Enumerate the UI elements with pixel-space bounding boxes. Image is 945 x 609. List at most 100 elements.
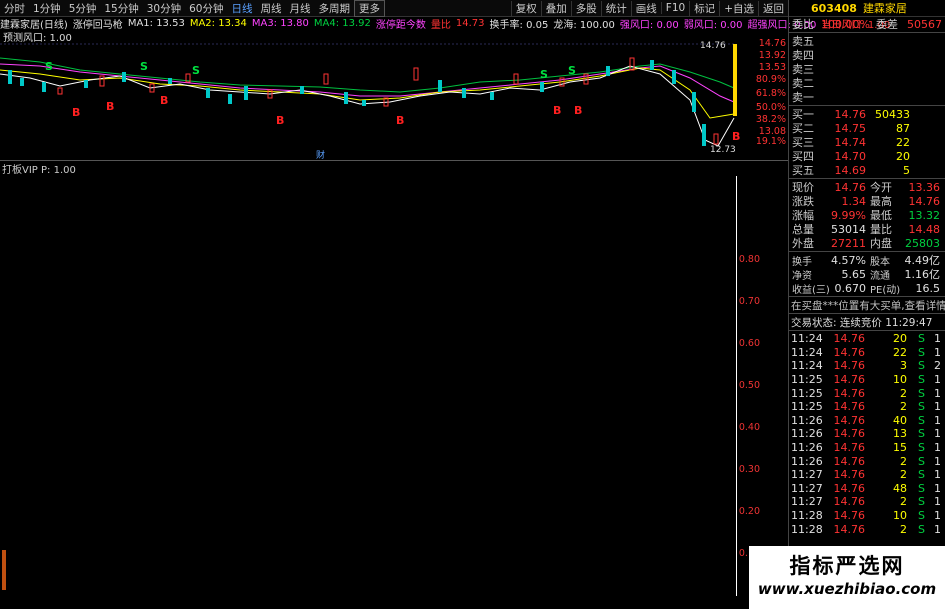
axis-tick: 0.80	[738, 254, 760, 265]
axis-tick: 0.40	[738, 422, 760, 433]
stat-value: 13.32	[908, 208, 941, 222]
buy-label: 买五	[792, 164, 814, 177]
stat-value: 16.5	[915, 281, 941, 295]
tongji-button[interactable]: 统计	[600, 0, 631, 16]
tick-side: S	[918, 359, 925, 373]
tick-volume: 2	[900, 468, 907, 482]
back-button[interactable]: 返回	[758, 0, 788, 16]
notice-line[interactable]: 在买盘***位置有大买单,查看详情	[789, 298, 945, 312]
stat-row: 净资 5.65 流通 1.16亿	[789, 267, 945, 282]
stat-label: 内盘	[870, 237, 892, 250]
tab-daily[interactable]: 日线	[228, 1, 257, 16]
buy-price: 14.70	[834, 149, 867, 163]
stat-row: 涨跌 1.34 最高 14.76	[789, 194, 945, 209]
buy-row[interactable]: 买四 14.70 20	[789, 149, 945, 164]
kline-chart[interactable]: S S S S S B B B B B B B B 14.76 12.73 财	[0, 30, 788, 160]
tick-side: S	[918, 495, 925, 509]
tab-weekly[interactable]: 周线	[257, 1, 286, 16]
stock-name: 建霖家居	[862, 2, 907, 15]
low-label: 12.73	[710, 145, 736, 155]
sell-row[interactable]: 卖一	[789, 90, 945, 104]
tick-time: 11:27	[791, 481, 823, 495]
stat-label: 流通	[870, 270, 890, 282]
tab-30min[interactable]: 30分钟	[143, 1, 185, 16]
tick-time: 11:28	[791, 509, 823, 523]
tick-side: S	[918, 400, 925, 414]
buy-row[interactable]: 买一 14.76 50433	[789, 107, 945, 122]
stat-label: 外盘	[792, 237, 814, 250]
signal-s: S	[140, 60, 148, 73]
signal-b: B	[276, 114, 284, 127]
biaoji-button[interactable]: 标记	[689, 0, 719, 16]
stat-value: 53014	[831, 222, 866, 236]
buy-row[interactable]: 买三 14.74 22	[789, 135, 945, 150]
tick-count: 1	[934, 441, 941, 455]
axis-tick: 0.50	[738, 380, 760, 391]
tick-price: 14.76	[833, 522, 866, 536]
stat-value: 0.670	[834, 281, 867, 295]
duogu-button[interactable]: 多股	[570, 0, 601, 16]
tab-15min[interactable]: 15分钟	[100, 1, 142, 16]
tick-volume: 20	[893, 332, 907, 346]
more-dropdown[interactable]: 更多	[354, 0, 385, 17]
tick-count: 1	[934, 468, 941, 482]
pane-divider[interactable]	[0, 160, 788, 161]
stat-row: 换手 4.57% 股本 4.49亿	[789, 253, 945, 268]
tick-row: 11:27 14.76 2 S 1	[789, 468, 945, 482]
axis-tick: 0.70	[738, 296, 760, 307]
sell-row[interactable]: 卖五	[789, 34, 945, 48]
sell-row[interactable]: 卖二	[789, 76, 945, 90]
tick-list[interactable]: 11:24 14.76 20 S 1 11:24 14.76 22 S 1 11…	[789, 332, 945, 536]
signal-s: S	[45, 60, 53, 73]
stat-row: 收益(三) 0.670 PE(动) 16.5	[789, 281, 945, 296]
huaxian-button[interactable]: 画线	[630, 0, 661, 16]
tick-row: 11:27 14.76 48 S 1	[789, 482, 945, 496]
stat-row: 总量 53014 量比 14.48	[789, 222, 945, 237]
tick-side: S	[918, 373, 925, 387]
stat-label: 净资	[792, 270, 812, 282]
buy-volume: 50433	[875, 107, 910, 121]
tick-time: 11:27	[791, 468, 823, 482]
tab-fenshi[interactable]: 分时	[0, 1, 29, 16]
ruo-value: 弱风口: 0.00	[683, 19, 743, 31]
quote-panel: 603408 建霖家居 委比 100.00% 委差 50567 卖五 卖四 卖三…	[788, 0, 945, 609]
tick-price: 14.76	[833, 427, 866, 441]
sell-row[interactable]: 卖三	[789, 62, 945, 76]
stat-label: 收益(三)	[792, 284, 830, 296]
buy-row[interactable]: 买五 14.69 5	[789, 163, 945, 178]
stat-value: 27211	[831, 236, 866, 250]
tick-volume: 10	[893, 509, 907, 523]
buy-row[interactable]: 买二 14.75 87	[789, 121, 945, 136]
indicator-axis: 0.80 0.70 0.60 0.50 0.40 0.30 0.20 0.10	[738, 170, 788, 600]
indicator-title[interactable]: 打板VIP P: 1.00	[2, 161, 76, 176]
sell-row[interactable]: 卖四	[789, 48, 945, 62]
tab-monthly[interactable]: 月线	[286, 1, 315, 16]
stat-value: 9.99%	[831, 208, 866, 222]
tick-row: 11:24 14.76 20 S 1	[789, 332, 945, 346]
stat-value: 14.48	[908, 222, 941, 236]
f10-button[interactable]: F10	[660, 2, 689, 14]
tick-count: 1	[934, 427, 941, 441]
stat-value: 4.57%	[831, 253, 866, 267]
diejia-button[interactable]: 叠加	[540, 0, 571, 16]
high-label: 14.76	[700, 41, 726, 51]
signal-b: B	[574, 104, 582, 117]
tab-1min[interactable]: 1分钟	[29, 1, 65, 16]
tick-time: 11:25	[791, 400, 823, 414]
indicator-name[interactable]: 涨停回马枪	[73, 16, 123, 31]
signal-b: B	[160, 94, 168, 107]
tick-row: 11:26 14.76 40 S 1	[789, 414, 945, 428]
tick-time: 11:28	[791, 522, 823, 536]
axis-tick: 0.20	[738, 506, 760, 517]
tick-time: 11:26	[791, 413, 823, 427]
fuquan-button[interactable]: 复权	[510, 0, 541, 16]
tick-price: 14.76	[833, 509, 866, 523]
tab-multi-period[interactable]: 多周期	[315, 1, 355, 16]
tick-time: 11:26	[791, 427, 823, 441]
cai-label: 财	[316, 149, 325, 160]
ma3-value: MA3: 13.80	[251, 17, 309, 29]
tick-side: S	[918, 454, 925, 468]
add-watchlist-button[interactable]: +自选	[719, 0, 758, 16]
tab-5min[interactable]: 5分钟	[65, 1, 101, 16]
tab-60min[interactable]: 60分钟	[185, 1, 227, 16]
